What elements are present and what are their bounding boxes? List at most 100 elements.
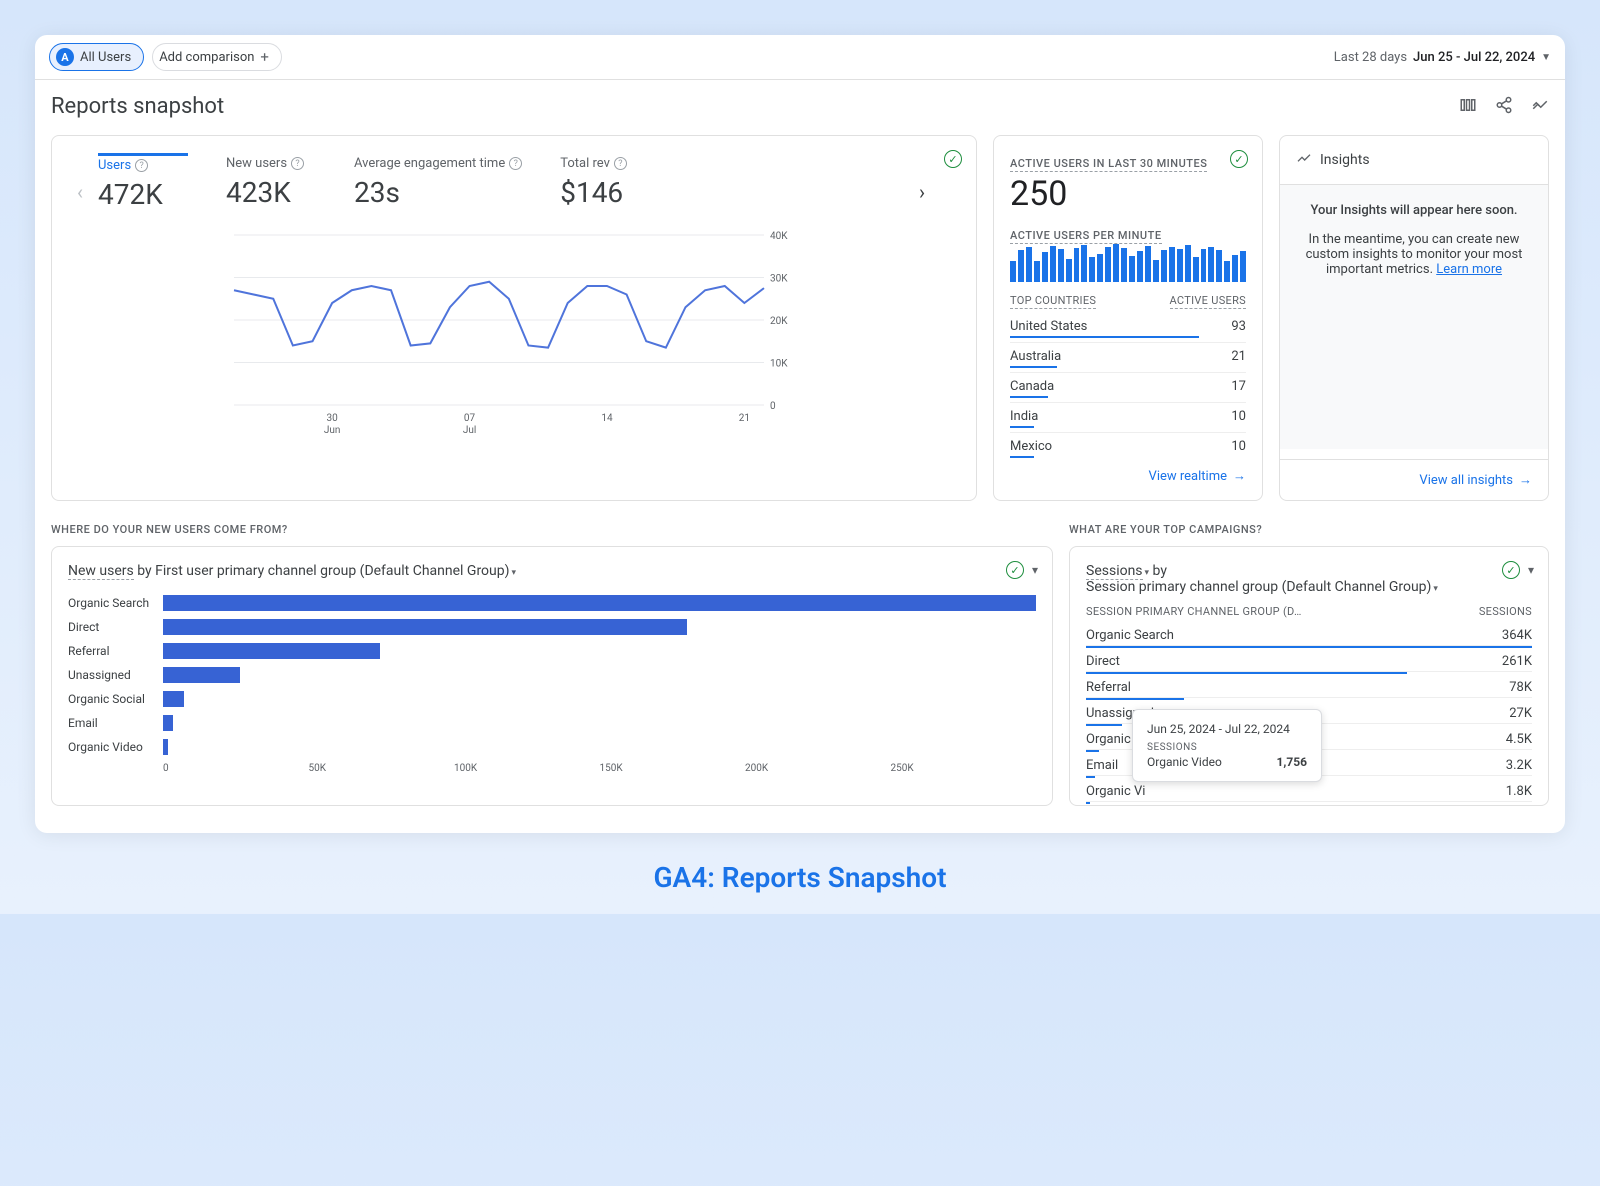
svg-text:40K: 40K bbox=[770, 231, 788, 242]
insights-header: Insights bbox=[1280, 136, 1548, 185]
plus-icon: + bbox=[260, 48, 269, 66]
country-row[interactable]: India10 bbox=[1010, 402, 1246, 426]
insights-icon[interactable] bbox=[1531, 96, 1549, 118]
minute-bar bbox=[1089, 257, 1095, 282]
check-icon: ✓ bbox=[1230, 150, 1248, 168]
help-icon[interactable]: ? bbox=[135, 159, 148, 172]
minute-bar bbox=[1153, 260, 1159, 282]
sessions-header-right: SESSIONS bbox=[1479, 605, 1532, 618]
country-row[interactable]: Mexico10 bbox=[1010, 432, 1246, 456]
minute-bar bbox=[1081, 245, 1087, 282]
sparkle-icon bbox=[1296, 150, 1312, 170]
new-users-card: ✓ ▾ New users by First user primary chan… bbox=[51, 546, 1053, 806]
svg-text:30: 30 bbox=[327, 413, 339, 424]
session-row[interactable]: Direct261K bbox=[1086, 648, 1532, 672]
svg-text:20K: 20K bbox=[770, 316, 788, 327]
check-icon: ✓ bbox=[1006, 561, 1024, 579]
minute-bar bbox=[1240, 251, 1246, 282]
session-row[interactable]: Organic Search364K bbox=[1086, 622, 1532, 646]
chevron-down-icon: ▾ bbox=[512, 568, 517, 578]
hbar-row[interactable]: Unassigned bbox=[68, 663, 1036, 687]
campaigns-section-label: WHAT ARE YOUR TOP CAMPAIGNS? bbox=[1069, 523, 1549, 536]
realtime-value: 250 bbox=[1010, 174, 1246, 214]
check-icon: ✓ bbox=[1502, 561, 1520, 579]
carousel-next-button[interactable]: › bbox=[910, 180, 934, 204]
metric-new-users[interactable]: New users ?423K bbox=[226, 156, 316, 209]
hover-tooltip: Jun 25, 2024 - Jul 22, 2024 SESSIONS Org… bbox=[1132, 709, 1322, 782]
hbar-row[interactable]: Organic Search bbox=[68, 591, 1036, 615]
minute-bar bbox=[1161, 250, 1167, 282]
minute-bar bbox=[1066, 259, 1072, 282]
minute-bar bbox=[1145, 246, 1151, 282]
minute-bar bbox=[1232, 255, 1238, 282]
view-all-insights-link[interactable]: View all insights → bbox=[1280, 459, 1548, 500]
svg-text:21: 21 bbox=[739, 413, 750, 424]
new-users-card-title[interactable]: New users by First user primary channel … bbox=[68, 563, 1036, 579]
hbar-row[interactable]: Organic Video bbox=[68, 735, 1036, 759]
add-comparison-button[interactable]: Add comparison + bbox=[152, 43, 282, 71]
customize-icon[interactable] bbox=[1459, 96, 1477, 118]
help-icon[interactable]: ? bbox=[291, 157, 304, 170]
country-row[interactable]: Canada17 bbox=[1010, 372, 1246, 396]
campaigns-card: ✓ ▾ Sessions▾ by Session primary channel… bbox=[1069, 546, 1549, 806]
minute-bar bbox=[1121, 248, 1127, 282]
hbar-row[interactable]: Direct bbox=[68, 615, 1036, 639]
minute-bar bbox=[1216, 250, 1222, 282]
date-range-picker[interactable]: Last 28 days Jun 25 - Jul 22, 2024 ▼ bbox=[1334, 50, 1551, 65]
minute-bar bbox=[1018, 250, 1024, 282]
country-row[interactable]: United States93 bbox=[1010, 313, 1246, 336]
overview-card: ✓ ‹ › Users ?472KNew users ?423KAverage … bbox=[51, 135, 977, 501]
figure-caption: GA4: Reports Snapshot bbox=[35, 861, 1565, 894]
bar-chart-axis: 050K100K150K200K250K bbox=[163, 763, 1036, 774]
hbar-row[interactable]: Referral bbox=[68, 639, 1036, 663]
minute-bar bbox=[1010, 261, 1016, 282]
carousel-prev-button[interactable]: ‹ bbox=[68, 180, 92, 204]
help-icon[interactable]: ? bbox=[509, 157, 522, 170]
minute-bar bbox=[1113, 244, 1119, 282]
svg-text:14: 14 bbox=[601, 413, 613, 424]
view-realtime-link[interactable]: View realtime → bbox=[1010, 468, 1246, 484]
chevron-down-icon: ▾ bbox=[1433, 584, 1438, 594]
new-users-bar-chart: Organic Search Direct Referral Unassigne… bbox=[68, 591, 1036, 759]
help-icon[interactable]: ? bbox=[614, 157, 627, 170]
content: ✓ ‹ › Users ?472K New users ?423K Average … bbox=[35, 129, 1565, 833]
minute-bar bbox=[1050, 246, 1056, 282]
share-icon[interactable] bbox=[1495, 96, 1513, 118]
topbar: A All Users Add comparison + Last 28 day… bbox=[35, 35, 1565, 80]
minute-bar bbox=[1137, 251, 1143, 282]
minute-bar bbox=[1129, 256, 1135, 282]
minute-bar bbox=[1169, 247, 1175, 282]
metric-average-engagement-time[interactable]: Average engagement time ?23s bbox=[354, 156, 522, 209]
card-menu-button[interactable]: ▾ bbox=[1528, 563, 1534, 577]
countries-list: United States93 Australia21 Canada17 Ind… bbox=[1010, 313, 1246, 458]
metric-total-rev[interactable]: Total rev ?$146 bbox=[560, 156, 650, 209]
session-row[interactable]: Referral78K bbox=[1086, 674, 1532, 698]
segment-label: All Users bbox=[80, 50, 131, 65]
minute-bar bbox=[1105, 247, 1111, 282]
minute-bar bbox=[1058, 249, 1064, 282]
per-minute-label: ACTIVE USERS PER MINUTE bbox=[1010, 229, 1162, 244]
country-row[interactable]: Australia21 bbox=[1010, 342, 1246, 366]
svg-text:Jun: Jun bbox=[324, 425, 341, 436]
realtime-card: ✓ ACTIVE USERS IN LAST 30 MINUTES 250 AC… bbox=[993, 135, 1263, 501]
minute-bar bbox=[1193, 257, 1199, 282]
metric-users[interactable]: Users ?472K bbox=[98, 153, 188, 211]
svg-text:10K: 10K bbox=[770, 359, 788, 370]
card-menu-button[interactable]: ▾ bbox=[1032, 563, 1038, 577]
hbar-row[interactable]: Email bbox=[68, 711, 1036, 735]
add-comparison-label: Add comparison bbox=[159, 50, 254, 65]
minute-bar bbox=[1042, 252, 1048, 282]
arrow-right-icon: → bbox=[1519, 472, 1532, 488]
learn-more-link[interactable]: Learn more bbox=[1436, 262, 1502, 277]
users-line-chart: 010K20K30K40K30Jun07Jul1421 bbox=[68, 225, 960, 449]
hbar-row[interactable]: Organic Social bbox=[68, 687, 1036, 711]
countries-header-left: TOP COUNTRIES bbox=[1010, 294, 1096, 309]
campaigns-card-title[interactable]: Sessions▾ by Session primary channel gro… bbox=[1086, 563, 1532, 595]
page-title: Reports snapshot bbox=[51, 94, 224, 119]
new-users-section-label: WHERE DO YOUR NEW USERS COME FROM? bbox=[51, 523, 1053, 536]
insights-title: Insights bbox=[1320, 152, 1370, 168]
per-minute-bars bbox=[1010, 244, 1246, 282]
segment-all-users[interactable]: A All Users bbox=[49, 43, 144, 71]
overview-row: ✓ ‹ › Users ?472K New users ?423K Average … bbox=[51, 135, 1549, 501]
insights-body: Your Insights will appear here soon. In … bbox=[1280, 185, 1548, 449]
